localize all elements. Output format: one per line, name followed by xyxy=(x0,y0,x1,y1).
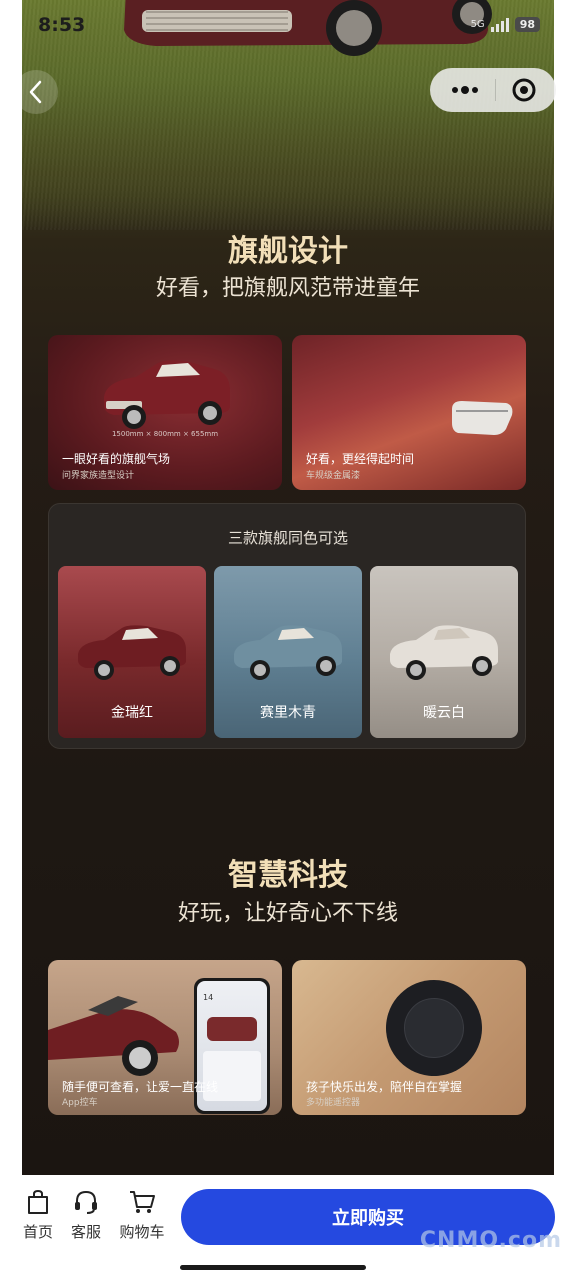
close-circle-icon[interactable] xyxy=(511,77,537,103)
design-card-paint[interactable]: 好看，更经得起时间 车规级金属漆 xyxy=(292,335,526,490)
color-option-teal[interactable]: 赛里木青 xyxy=(214,566,362,738)
phone-time: 14 xyxy=(203,993,214,1002)
tech-card-caption: 孩子快乐出发，陪伴自在掌握 xyxy=(306,1080,463,1094)
color-option-white[interactable]: 暖云白 xyxy=(370,566,518,738)
remote-control-image xyxy=(366,960,502,1096)
product-page-content: 旗舰设计 好看，把旗舰风范带进童年 1500mm × 800mm × 655mm… xyxy=(22,0,554,1175)
design-card-caption: 好看，更经得起时间 xyxy=(306,452,415,466)
design-card-flagship[interactable]: 1500mm × 800mm × 655mm 一眼好看的旗舰气场 问界家族造型设… xyxy=(48,335,282,490)
design-card-subcaption: 问界家族造型设计 xyxy=(62,471,135,481)
home-indicator[interactable] xyxy=(180,1265,366,1270)
red-car-image xyxy=(48,996,179,1076)
color-option-label: 金瑞红 xyxy=(111,705,153,721)
tech-card-remote[interactable]: 孩子快乐出发，陪伴自在掌握 多功能遥控器 xyxy=(292,960,526,1115)
status-bar: 8:53 5G 98 xyxy=(0,0,576,50)
chevron-left-icon xyxy=(29,80,42,104)
car-dimensions: 1500mm × 800mm × 655mm xyxy=(111,430,219,438)
teal-car-image xyxy=(234,625,342,680)
tab-label: 客服 xyxy=(70,1223,101,1241)
headset-icon xyxy=(75,1190,97,1214)
tech-card-app[interactable]: 14 随手便可查看，让爱一直在线 App控车 xyxy=(48,960,282,1115)
design-section-subtitle: 好看，把旗舰风范带进童年 xyxy=(155,276,420,301)
tech-section-title: 智慧科技 xyxy=(228,858,348,893)
network-type: 5G xyxy=(470,19,485,30)
status-indicators: 5G 98 xyxy=(471,17,540,32)
door-handle-image xyxy=(452,401,513,435)
tab-home[interactable]: 首页 xyxy=(14,1189,62,1242)
battery-level: 98 xyxy=(514,17,540,32)
capsule-divider xyxy=(494,79,496,101)
tech-card-caption: 随手便可查看，让爱一直在线 xyxy=(62,1080,219,1094)
tab-customer-service[interactable]: 客服 xyxy=(62,1189,110,1242)
red-car-image xyxy=(104,360,230,429)
tab-label: 首页 xyxy=(22,1223,53,1241)
tech-card-subcaption: 多功能遥控器 xyxy=(306,1098,361,1108)
miniprogram-capsule xyxy=(430,68,556,112)
color-option-red[interactable]: 金瑞红 xyxy=(58,566,206,738)
tech-section-subtitle: 好玩，让好奇心不下线 xyxy=(177,901,398,926)
shopping-bag-icon xyxy=(28,1189,48,1214)
design-card-caption: 一眼好看的旗舰气场 xyxy=(62,452,171,466)
color-option-label: 赛里木青 xyxy=(260,705,316,721)
white-car-image xyxy=(390,625,498,680)
status-time: 8:53 xyxy=(38,14,86,36)
cart-icon xyxy=(130,1191,155,1213)
red-car-image xyxy=(78,625,186,680)
tech-card-subcaption: App控车 xyxy=(62,1098,98,1108)
signal-icon xyxy=(490,17,509,32)
more-dots-icon[interactable] xyxy=(450,85,480,95)
color-option-label: 暖云白 xyxy=(423,705,465,721)
tab-cart[interactable]: 购物车 xyxy=(116,1189,168,1242)
design-section-title: 旗舰设计 xyxy=(228,234,348,269)
color-options-title: 三款旗舰同色可选 xyxy=(227,529,348,547)
watermark: CNMO.com xyxy=(419,1228,562,1253)
design-card-subcaption: 车规级金属漆 xyxy=(306,471,361,481)
color-options-panel: 三款旗舰同色可选 金瑞红 赛里木青 暖云白 xyxy=(48,503,526,749)
back-button[interactable] xyxy=(14,70,58,114)
tab-label: 购物车 xyxy=(119,1223,165,1241)
